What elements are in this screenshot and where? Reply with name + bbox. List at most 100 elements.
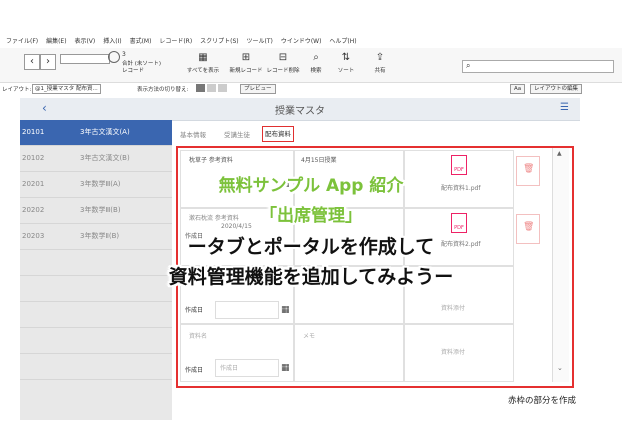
- pdf-file-icon[interactable]: PDF: [451, 155, 467, 175]
- plus-icon: ⊞: [241, 52, 251, 63]
- list-item[interactable]: 20201 3年数学Ⅲ(A): [20, 172, 172, 198]
- created-label: 作成日: [185, 307, 204, 314]
- stack-icon: ▦: [198, 52, 208, 63]
- portal-row-1-memo-cell: 4月15日授業: [294, 150, 404, 208]
- material-name[interactable]: 漱石枕流 参考資料: [189, 213, 239, 222]
- portal-row-1-file-cell: PDF 配布資料1.pdf: [404, 150, 514, 208]
- list-item-empty: [20, 276, 172, 302]
- new-record-button[interactable]: ⊞ 新規レコード: [228, 52, 264, 74]
- material-name-placeholder[interactable]: 資料名: [189, 331, 207, 340]
- list-item[interactable]: 20101 3年古文漢文(A): [20, 120, 172, 146]
- memo-field[interactable]: 4月15日授業: [301, 155, 336, 164]
- menu-bar: ファイル(F) 編集(E) 表示(V) 挿入(I) 書式(M) レコード(R) …: [0, 36, 622, 48]
- list-item-empty: [20, 354, 172, 380]
- view-as-label: 表示方法の切り替え:: [137, 87, 189, 93]
- menu-edit[interactable]: 編集(E): [46, 36, 66, 48]
- pdf-file-icon[interactable]: PDF: [451, 213, 467, 233]
- menu-insert[interactable]: 挿入(I): [103, 36, 121, 48]
- delete-row-button[interactable]: 🗑: [516, 214, 540, 244]
- calendar-icon[interactable]: ▦: [281, 179, 290, 189]
- menu-help[interactable]: ヘルプ(H): [329, 36, 356, 48]
- page-title: 授業マスタ: [275, 106, 325, 117]
- menu-records[interactable]: レコード(R): [159, 36, 192, 48]
- trash-icon: 🗑: [523, 222, 535, 232]
- created-date[interactable]: 2020/4/15: [221, 223, 252, 230]
- course-list: 20101 3年古文漢文(A) 20102 3年古文漢文(B) 20201 3年…: [20, 120, 172, 420]
- created-label: 作成日: [185, 367, 204, 374]
- material-name[interactable]: 枕草子 参考資料: [189, 155, 233, 164]
- list-view-icon[interactable]: [207, 84, 216, 92]
- portal-row-4-memo-cell: メモ: [294, 324, 404, 382]
- list-item-empty: [20, 302, 172, 328]
- portal-row-3-name-cell: 作成日 ▦: [180, 266, 294, 324]
- attach-file-button[interactable]: 資料添付: [441, 347, 465, 356]
- search-icon: ⌕: [466, 61, 471, 70]
- share-button[interactable]: ⇪ 共有: [370, 52, 390, 74]
- preview-button[interactable]: プレビュー: [240, 84, 276, 94]
- record-slider[interactable]: [60, 54, 110, 64]
- record-label-2: レコード: [122, 68, 145, 74]
- attach-file-button[interactable]: 資料添付: [441, 303, 465, 312]
- memo-placeholder[interactable]: メモ: [303, 331, 315, 340]
- list-item[interactable]: 20202 3年数学Ⅲ(B): [20, 198, 172, 224]
- file-name: 配布資料2.pdf: [441, 241, 481, 248]
- tab-students[interactable]: 受講生徒: [224, 128, 250, 142]
- portal-row-1-name-cell: 枕草子 参考資料 ▦: [180, 150, 294, 208]
- menu-file[interactable]: ファイル(F): [6, 36, 38, 48]
- portal-row-2-name-cell: 漱石枕流 参考資料 作成日 2020/4/15: [180, 208, 294, 266]
- portal-row-4-file-cell: 資料添付: [404, 324, 514, 382]
- record-pie-icon: [108, 51, 120, 63]
- scroll-down-icon[interactable]: ⌄: [557, 364, 563, 372]
- delete-row-button[interactable]: 🗑: [516, 156, 540, 186]
- list-item[interactable]: 20102 3年古文漢文(B): [20, 146, 172, 172]
- prev-record-button[interactable]: ‹: [24, 54, 40, 70]
- chevron-right-icon: ›: [46, 56, 50, 67]
- edit-layout-button[interactable]: レイアウトの編集: [530, 84, 583, 94]
- portal-row-4-name-cell: 資料名 作成日 作成日 ▦: [180, 324, 294, 382]
- search-button[interactable]: ⌕ 検索: [306, 52, 326, 74]
- created-label: 作成日: [185, 233, 204, 240]
- portal-row-2-memo-cell: [294, 208, 404, 266]
- hamburger-menu-icon[interactable]: ☰: [560, 102, 569, 113]
- portal-scrollbar[interactable]: ▲ ⌄: [552, 148, 569, 382]
- show-all-button[interactable]: ▦ すべてを表示: [186, 52, 220, 74]
- form-view-icon[interactable]: [196, 84, 205, 92]
- sort-button[interactable]: ⇅ ソート: [336, 52, 356, 74]
- search-icon: ⌕: [313, 52, 319, 63]
- layout-select[interactable]: @1_授業マスタ 配布資...: [32, 84, 101, 94]
- menu-scripts[interactable]: スクリプト(S): [200, 36, 239, 48]
- layout-label: レイアウト:: [2, 87, 32, 93]
- list-item-empty: [20, 328, 172, 354]
- tab-basic-info[interactable]: 基本情報: [180, 128, 206, 142]
- layout-bar: レイアウト: @1_授業マスタ 配布資... 表示方法の切り替え: プレビュー …: [0, 84, 622, 95]
- created-date-input[interactable]: [215, 301, 279, 319]
- calendar-icon[interactable]: ▦: [281, 363, 290, 373]
- portal-row-3-file-cell: 資料添付: [404, 266, 514, 324]
- menu-tools[interactable]: ツール(T): [247, 36, 273, 48]
- tab-handouts[interactable]: 配布資料: [262, 126, 294, 142]
- delete-record-button[interactable]: ⊟ レコード削除: [266, 52, 300, 74]
- list-item[interactable]: 20203 3年数学Ⅱ(B): [20, 224, 172, 250]
- portal-row-3-memo-cell: [294, 266, 404, 324]
- menu-format[interactable]: 書式(M): [130, 36, 152, 48]
- file-name: 配布資料1.pdf: [441, 185, 481, 192]
- handouts-portal: 枕草子 参考資料 ▦ 4月15日授業 PDF 配布資料1.pdf 🗑 漱石枕流 …: [176, 146, 574, 388]
- next-record-button[interactable]: ›: [40, 54, 56, 70]
- record-count: 3: [122, 51, 126, 58]
- menu-window[interactable]: ウインドウ(W): [281, 36, 322, 48]
- created-date-input[interactable]: 作成日: [215, 359, 279, 377]
- quick-find-input[interactable]: ⌕: [462, 60, 614, 73]
- chevron-left-icon: ‹: [30, 56, 34, 67]
- portal-row-2-file-cell: PDF 配布資料2.pdf: [404, 208, 514, 266]
- trash-icon: 🗑: [523, 164, 535, 174]
- calendar-icon[interactable]: ▦: [281, 305, 290, 315]
- table-view-icon[interactable]: [218, 84, 227, 92]
- share-icon: ⇪: [375, 52, 385, 63]
- menu-view[interactable]: 表示(V): [74, 36, 95, 48]
- sort-icon: ⇅: [341, 52, 351, 63]
- scroll-up-icon[interactable]: ▲: [557, 150, 562, 157]
- text-format-button[interactable]: Aa: [510, 84, 526, 94]
- minus-icon: ⊟: [278, 52, 288, 63]
- layout-header: ‹ 授業マスタ ☰: [20, 98, 580, 121]
- list-item-empty: [20, 250, 172, 276]
